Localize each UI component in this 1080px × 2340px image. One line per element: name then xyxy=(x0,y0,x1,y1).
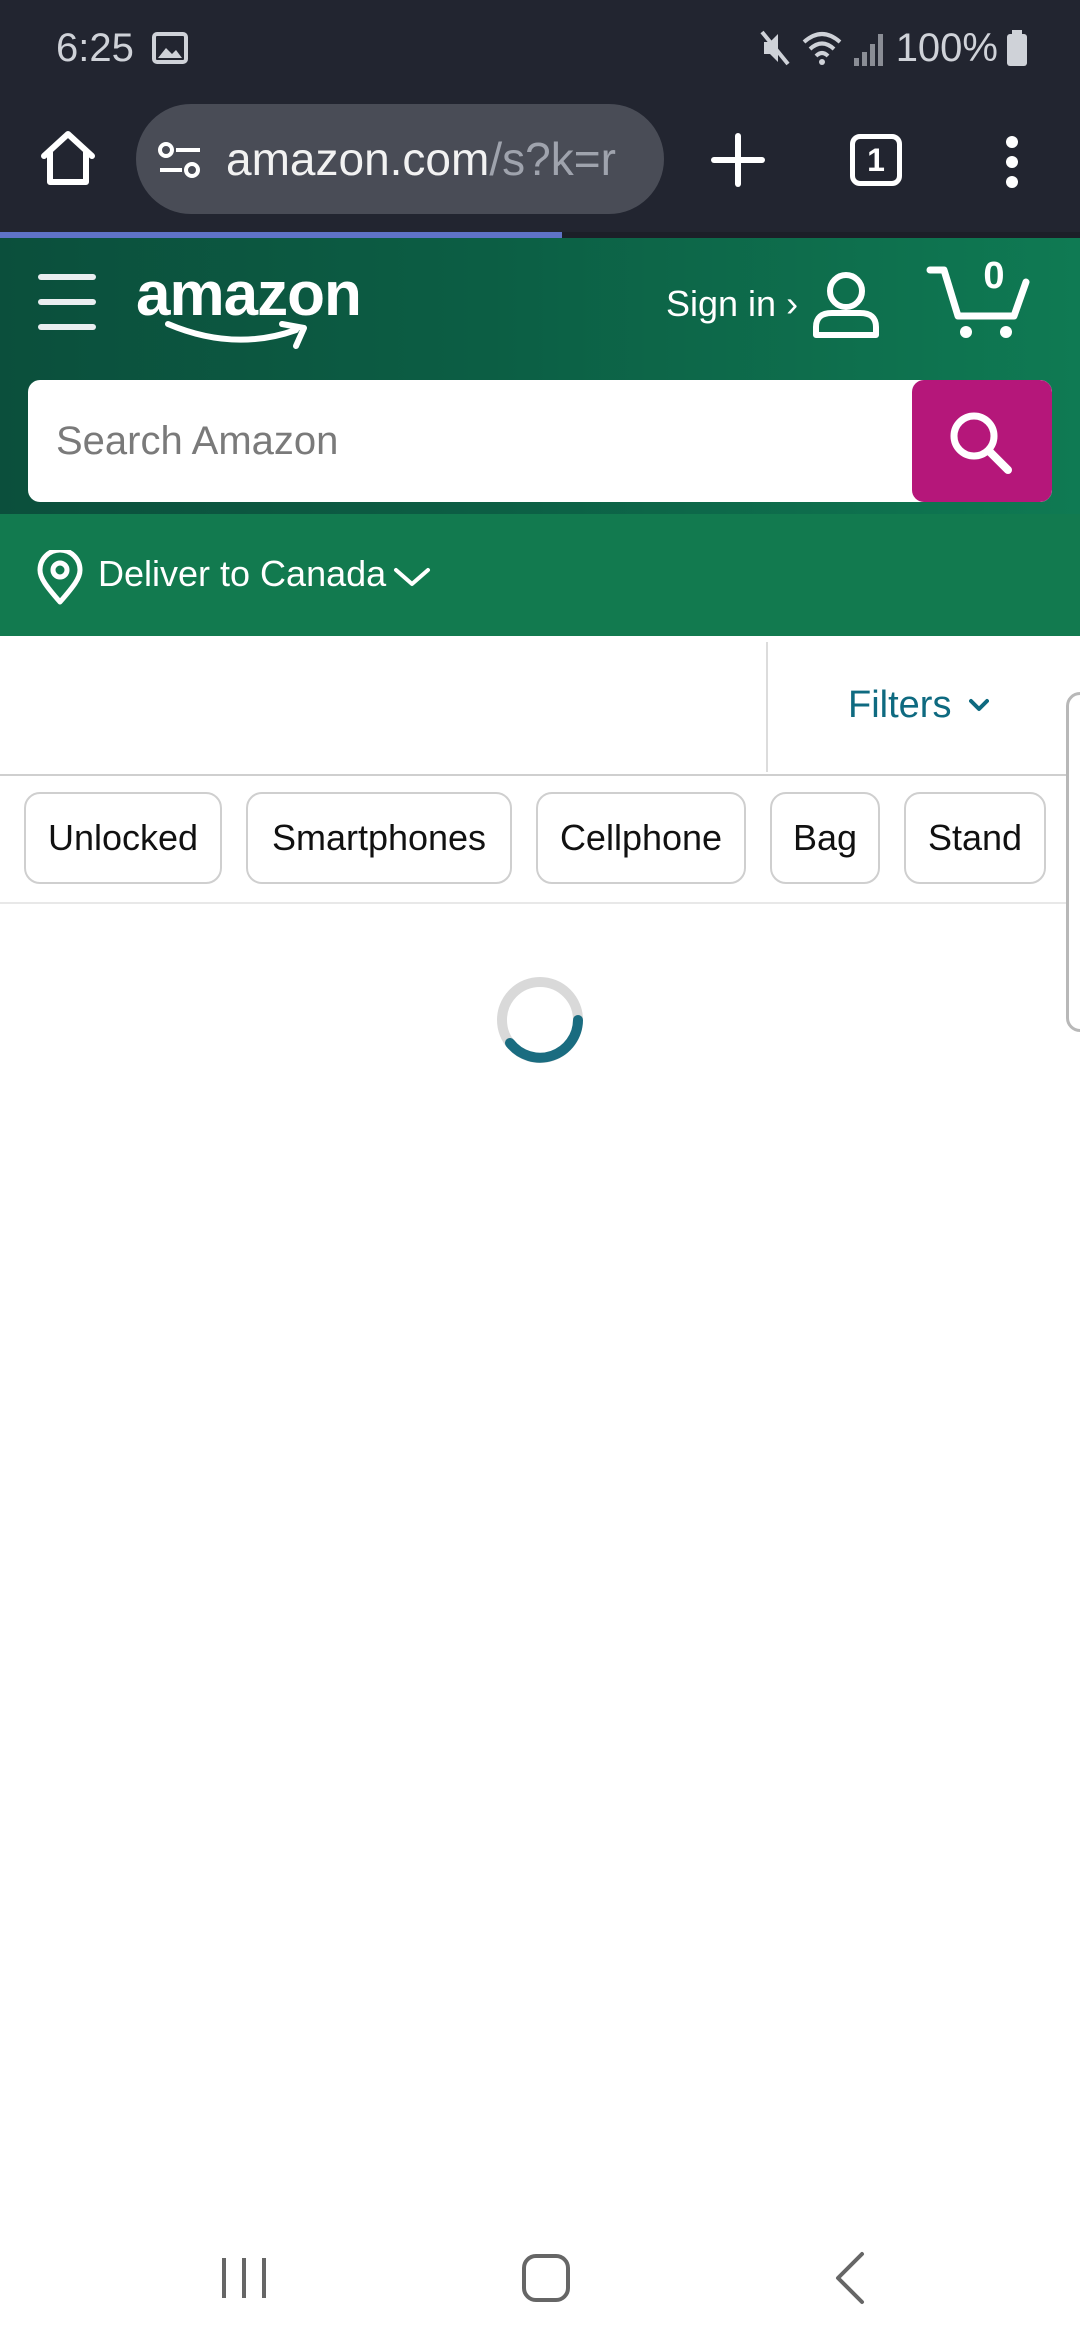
address-bar[interactable]: amazon.com/s?k=r xyxy=(136,104,664,214)
chip-cellphone[interactable]: Cellphone xyxy=(536,792,746,884)
home-icon[interactable] xyxy=(36,126,100,190)
filters-label: Filters xyxy=(848,683,952,726)
plus-icon[interactable] xyxy=(708,130,768,190)
battery-percent: 100% xyxy=(895,26,998,70)
chip-unlocked[interactable]: Unlocked xyxy=(24,792,222,884)
status-time: 6:25 xyxy=(56,26,134,70)
status-bar: 6:25 100% xyxy=(0,0,1080,96)
gallery-notification-icon xyxy=(152,32,188,64)
nav-home-icon[interactable] xyxy=(520,2248,572,2308)
wifi-icon xyxy=(802,32,842,65)
chevron-down-icon xyxy=(394,568,430,586)
chip-smartphones[interactable]: Smartphones xyxy=(246,792,512,884)
cart-button[interactable]: 0 xyxy=(926,256,1030,342)
tab-switcher-icon[interactable]: 1 xyxy=(850,134,902,186)
cart-count: 0 xyxy=(983,255,1005,297)
deliver-to-bar[interactable]: Deliver to Canada xyxy=(0,514,1080,636)
browser-toolbar: amazon.com/s?k=r 1 xyxy=(0,96,1080,234)
url-path: /s?k=r xyxy=(489,133,616,185)
back-icon[interactable] xyxy=(828,2248,872,2308)
sign-in-button[interactable]: Sign in › xyxy=(666,272,882,338)
amazon-header: amazon Sign in › 0 xyxy=(0,238,1080,514)
signal-icon xyxy=(853,34,883,66)
mute-icon xyxy=(760,30,790,66)
loading-spinner xyxy=(497,977,583,1063)
refinement-chips: Unlocked Smartphones Cellphone Bag Stand xyxy=(0,776,1080,904)
hamburger-icon[interactable] xyxy=(38,274,96,332)
location-pin-icon xyxy=(37,550,83,605)
recent-apps-icon[interactable] xyxy=(216,2250,272,2306)
search-button[interactable] xyxy=(912,380,1052,502)
url-host: amazon.com xyxy=(226,133,490,185)
battery-icon xyxy=(1007,30,1027,66)
tune-icon[interactable] xyxy=(156,136,204,184)
amazon-logo[interactable]: amazon xyxy=(136,260,366,352)
filters-row: Filters xyxy=(0,636,1080,776)
filters-divider xyxy=(766,642,768,772)
status-indicators: 100% xyxy=(758,24,1028,72)
logo-smile xyxy=(165,321,307,349)
user-icon xyxy=(813,272,880,338)
chip-bag[interactable]: Bag xyxy=(770,792,880,884)
filters-button[interactable]: Filters xyxy=(848,680,990,730)
chip-stand[interactable]: Stand xyxy=(904,792,1046,884)
search-icon xyxy=(950,412,1012,474)
side-panel-handle[interactable] xyxy=(1066,692,1080,1032)
system-nav-bar xyxy=(0,2220,1080,2340)
search-input[interactable] xyxy=(28,380,908,502)
search-bar xyxy=(28,380,1052,502)
url-text[interactable]: amazon.com/s?k=r xyxy=(226,130,656,188)
sign-in-label: Sign in › xyxy=(666,283,799,324)
more-vert-icon[interactable] xyxy=(996,132,1028,192)
caret-down-icon xyxy=(969,699,990,711)
deliver-to-label: Deliver to Canada xyxy=(98,553,387,594)
